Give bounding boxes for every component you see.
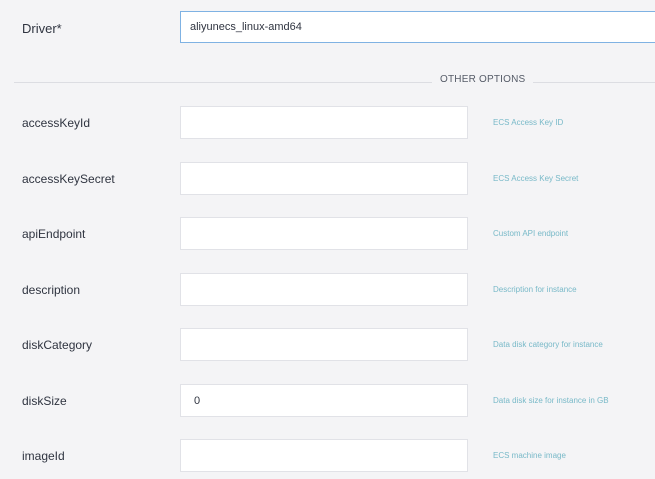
- field-row-access-key-id: accessKeyId ECS Access Key ID: [0, 106, 655, 146]
- access-key-id-label: accessKeyId: [22, 116, 91, 130]
- image-id-label: imageId: [22, 449, 65, 463]
- field-row-api-endpoint: apiEndpoint Custom API endpoint: [0, 217, 655, 257]
- field-row-access-key-secret: accessKeySecret ECS Access Key Secret: [0, 162, 655, 202]
- field-row-image-id: imageId ECS machine image: [0, 439, 655, 479]
- driver-row: Driver*: [0, 0, 655, 58]
- description-help: Description for instance: [493, 285, 577, 294]
- disk-category-label: diskCategory: [22, 338, 93, 352]
- section-divider: [14, 82, 655, 83]
- driver-input[interactable]: [180, 11, 655, 43]
- disk-size-help: Data disk size for instance in GB: [493, 396, 609, 405]
- field-row-disk-category: diskCategory Data disk category for inst…: [0, 328, 655, 368]
- description-label: description: [22, 283, 81, 297]
- image-id-input[interactable]: [180, 439, 468, 472]
- access-key-secret-label: accessKeySecret: [22, 172, 115, 186]
- field-row-description: description Description for instance: [0, 273, 655, 313]
- disk-size-label: diskSize: [22, 394, 67, 408]
- disk-category-input[interactable]: [180, 328, 468, 361]
- image-id-help: ECS machine image: [493, 451, 566, 460]
- api-endpoint-input[interactable]: [180, 217, 468, 250]
- field-row-disk-size: diskSize Data disk size for instance in …: [0, 384, 655, 424]
- access-key-secret-input[interactable]: [180, 162, 468, 195]
- driver-label: Driver*: [22, 21, 62, 36]
- api-endpoint-help: Custom API endpoint: [493, 229, 569, 238]
- access-key-secret-help: ECS Access Key Secret: [493, 174, 579, 183]
- disk-size-input[interactable]: [180, 384, 468, 417]
- disk-category-help: Data disk category for instance: [493, 340, 603, 349]
- access-key-id-input[interactable]: [180, 106, 468, 139]
- section-title: OTHER OPTIONS: [432, 74, 534, 85]
- access-key-id-help: ECS Access Key ID: [493, 118, 564, 127]
- api-endpoint-label: apiEndpoint: [22, 227, 86, 241]
- description-input[interactable]: [180, 273, 468, 306]
